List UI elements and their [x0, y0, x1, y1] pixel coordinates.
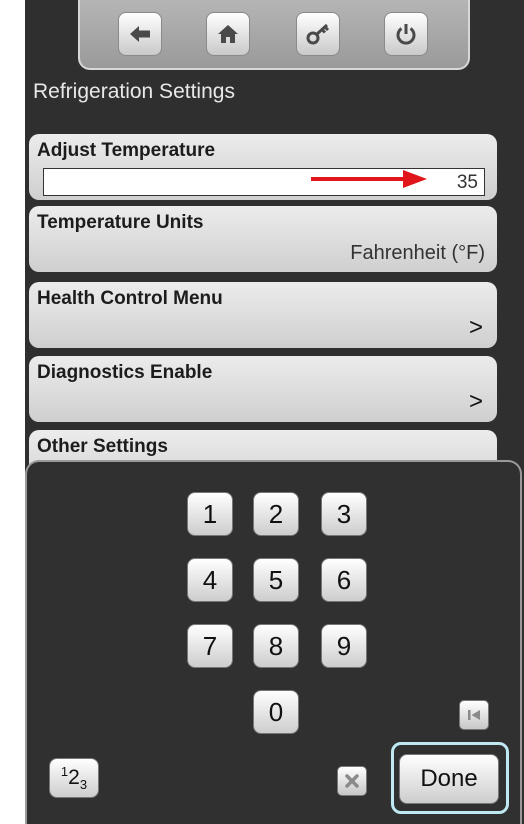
power-icon — [396, 24, 416, 45]
key-0[interactable]: 0 — [253, 690, 299, 734]
key-7[interactable]: 7 — [187, 624, 233, 668]
back-arrow-icon — [130, 26, 150, 42]
key-9[interactable]: 9 — [321, 624, 367, 668]
number-mode-button[interactable]: 123 — [49, 758, 99, 798]
temperature-units-value: Fahrenheit (°F) — [350, 242, 485, 264]
done-button[interactable]: Done — [399, 754, 499, 804]
back-button[interactable] — [118, 12, 162, 56]
key-8[interactable]: 8 — [253, 624, 299, 668]
clear-x-icon — [345, 774, 359, 788]
adjust-temperature-row[interactable]: Adjust Temperature 35 — [29, 134, 497, 200]
diagnostics-label: Diagnostics Enable — [37, 362, 213, 383]
clear-button[interactable] — [337, 766, 367, 796]
chevron-right-icon: > — [468, 314, 483, 341]
key-1[interactable]: 1 — [187, 492, 233, 536]
key-icon — [306, 23, 330, 45]
adjust-temperature-label: Adjust Temperature — [37, 140, 216, 161]
home-button[interactable] — [206, 12, 250, 56]
highlight-arrow-icon — [311, 170, 427, 188]
power-button[interactable] — [384, 12, 428, 56]
top-nav-bar — [78, 0, 470, 70]
key-button[interactable] — [296, 12, 340, 56]
mode-key-two: 2 — [68, 766, 80, 789]
mode-key-one: 1 — [60, 763, 69, 779]
key-2[interactable]: 2 — [253, 492, 299, 536]
chevron-right-icon: > — [468, 388, 483, 415]
app-screen: Refrigeration Settings Adjust Temperatur… — [25, 0, 524, 824]
skip-back-icon — [468, 710, 480, 720]
other-settings-label: Other Settings — [37, 436, 168, 457]
skip-back-button[interactable] — [459, 700, 489, 730]
mode-key-three: 3 — [79, 776, 88, 792]
health-control-row[interactable]: Health Control Menu > — [29, 282, 497, 348]
numeric-keypad: 1 2 3 4 5 6 7 8 9 0 123 Done — [25, 460, 522, 824]
temperature-units-label: Temperature Units — [37, 212, 204, 233]
page-title: Refrigeration Settings — [33, 80, 235, 103]
diagnostics-row[interactable]: Diagnostics Enable > — [29, 356, 497, 422]
temperature-units-row[interactable]: Temperature Units Fahrenheit (°F) — [29, 206, 497, 272]
home-icon — [218, 25, 238, 43]
key-5[interactable]: 5 — [253, 558, 299, 602]
health-control-label: Health Control Menu — [37, 288, 223, 309]
key-4[interactable]: 4 — [187, 558, 233, 602]
key-6[interactable]: 6 — [321, 558, 367, 602]
key-3[interactable]: 3 — [321, 492, 367, 536]
